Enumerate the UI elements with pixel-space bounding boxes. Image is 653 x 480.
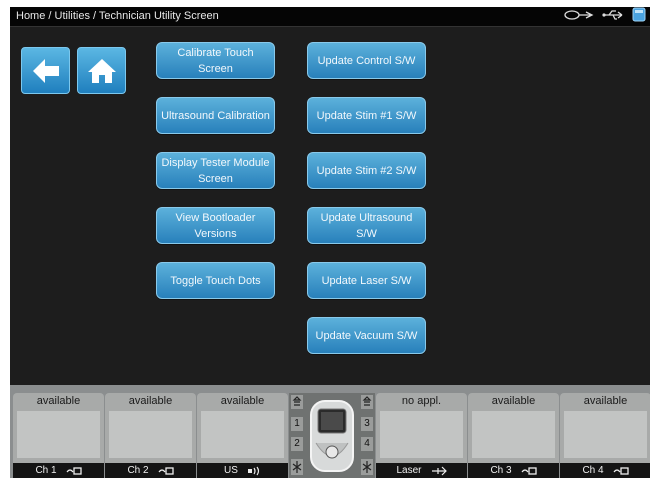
channel-footer: Ch 1 (13, 463, 104, 478)
view-bootloader-versions-button[interactable]: View Bootloader Versions (156, 207, 275, 244)
port-number-2: 2 (291, 437, 303, 451)
update-stim1-sw-button[interactable]: Update Stim #1 S/W (307, 97, 426, 134)
channel-display (380, 411, 463, 458)
channel-label: Ch 3 (490, 465, 512, 476)
update-ultrasound-sw-button[interactable]: Update Ultrasound S/W (307, 207, 426, 244)
channel-display (201, 411, 284, 458)
channel-panel-laser[interactable]: no appl. Laser (376, 393, 467, 478)
stim-connector-icon (613, 466, 629, 475)
channel-footer: Ch 2 (105, 463, 196, 478)
technician-utility-screen: Home / Utilities / Technician Utility Sc… (10, 7, 650, 478)
channel-label: US (224, 465, 238, 476)
channel-label: Ch 2 (127, 465, 149, 476)
channel-status: available (36, 395, 81, 407)
right-laser-port-icon (361, 459, 373, 475)
left-applicator-icon (291, 395, 303, 409)
channel-status: available (583, 395, 628, 407)
stim-connector-icon (158, 466, 174, 475)
port-number-3: 3 (361, 417, 373, 431)
channel-footer: Laser (376, 463, 467, 478)
breadcrumb: Home / Utilities / Technician Utility Sc… (16, 10, 219, 22)
ultrasound-calibration-button[interactable]: Ultrasound Calibration (156, 97, 275, 134)
back-button[interactable] (21, 47, 70, 94)
update-stim2-sw-button[interactable]: Update Stim #2 S/W (307, 152, 426, 189)
port-number-1: 1 (291, 417, 303, 431)
back-arrow-icon (32, 58, 59, 83)
channel-display (472, 411, 555, 458)
channel-label: Ch 1 (35, 465, 57, 476)
port-number-4: 4 (361, 437, 373, 451)
channel-status: no appl. (401, 395, 442, 407)
channel-panel-ch4[interactable]: available Ch 4 (560, 393, 650, 478)
storage-icon (632, 7, 646, 27)
channel-footer: Ch 3 (468, 463, 559, 478)
channel-panel-ch1[interactable]: available Ch 1 (13, 393, 104, 478)
ultrasound-icon (247, 466, 260, 475)
calibrate-touch-screen-button[interactable]: Calibrate Touch Screen (156, 42, 275, 79)
probe-icon (564, 8, 594, 26)
channel-display (564, 411, 647, 458)
stim-connector-icon (521, 466, 537, 475)
channel-label: Laser (396, 465, 422, 476)
channel-footer: Ch 4 (560, 463, 650, 478)
channel-status: available (128, 395, 173, 407)
update-laser-sw-button[interactable]: Update Laser S/W (307, 262, 426, 299)
channel-footer: US (197, 463, 288, 478)
channel-label: Ch 4 (582, 465, 604, 476)
stim-connector-icon (66, 466, 82, 475)
right-applicator-icon (361, 395, 373, 409)
status-icons (564, 7, 646, 27)
usb-icon (602, 8, 624, 26)
channel-status: available (220, 395, 265, 407)
update-vacuum-sw-button[interactable]: Update Vacuum S/W (307, 317, 426, 354)
left-laser-port-icon (291, 459, 303, 475)
home-button[interactable] (77, 47, 126, 94)
device-illustration-icon (310, 400, 354, 472)
channel-panel-us[interactable]: available US (197, 393, 288, 478)
display-tester-module-button[interactable]: Display Tester Module Screen (156, 152, 275, 189)
channel-display (109, 411, 192, 458)
channel-panel-ch3[interactable]: available Ch 3 (468, 393, 559, 478)
channel-panel-ch2[interactable]: available Ch 2 (105, 393, 196, 478)
laser-icon (431, 466, 447, 475)
device-center-unit: 1 2 3 4 (289, 393, 375, 478)
channel-display (17, 411, 100, 458)
toggle-touch-dots-button[interactable]: Toggle Touch Dots (156, 262, 275, 299)
channel-status: available (491, 395, 536, 407)
home-icon (87, 58, 116, 83)
top-bar: Home / Utilities / Technician Utility Sc… (10, 7, 650, 27)
update-control-sw-button[interactable]: Update Control S/W (307, 42, 426, 79)
